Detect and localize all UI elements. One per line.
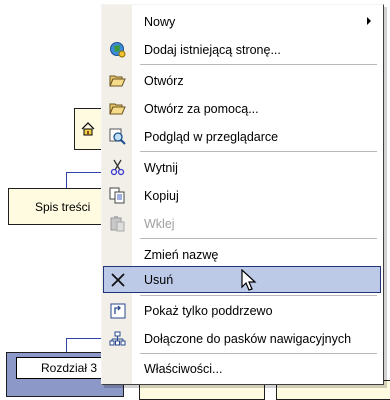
menu-item-label: Dołączone do pasków nawigacyjnych	[144, 331, 352, 346]
menu-item-label: Pokaż tylko poddrzewo	[144, 303, 273, 318]
menu-item-label: Otwórz za pomocą...	[144, 101, 259, 116]
menu-item-otworz[interactable]: Otwórz	[103, 67, 381, 94]
menu-item-label: Otwórz	[144, 73, 184, 88]
menu-separator	[140, 64, 377, 65]
home-icon	[80, 121, 96, 137]
menu-item-label: Właściwości...	[144, 361, 223, 376]
menu-separator	[140, 353, 377, 354]
menu-separator	[140, 151, 377, 152]
menu-item-label: Wklej	[144, 216, 175, 231]
node-label: Rozdział 3	[41, 361, 98, 375]
connector-line	[66, 172, 102, 173]
subtree-icon	[103, 297, 132, 324]
menu-item-label: Podgląd w przeglądarce	[144, 129, 279, 144]
delete-x-icon	[103, 266, 132, 293]
menu-item-wlasciwosci[interactable]: Właściwości...	[103, 355, 381, 382]
menu-item-podglad-w-przegladarce[interactable]: Podgląd w przeglądarce	[103, 123, 381, 150]
mouse-pointer-icon	[241, 269, 257, 293]
paste-icon	[103, 210, 132, 237]
menu-item-label: Wytnij	[144, 160, 178, 175]
connector-line	[66, 338, 102, 339]
globe-icon	[103, 36, 132, 63]
menu-item-dodaj-istniejaca-strone[interactable]: Dodaj istniejącą stronę...	[103, 36, 381, 63]
folder-open-icon	[103, 95, 132, 122]
menu-item-dolaczone-do-paskow[interactable]: Dołączone do pasków nawigacyjnych	[103, 325, 381, 352]
submenu-arrow-icon	[367, 17, 371, 25]
context-menu: Nowy Dodaj istniejącą stronę... Otwórz O…	[101, 4, 384, 385]
connector-line	[66, 338, 67, 352]
menu-item-label: Dodaj istniejącą stronę...	[144, 42, 281, 57]
navigation-bar-icon	[103, 325, 132, 352]
menu-item-otworz-za-pomoca[interactable]: Otwórz za pomocą...	[103, 95, 381, 122]
menu-separator	[140, 295, 377, 296]
folder-open-icon	[103, 67, 132, 94]
menu-item-wytnij[interactable]: Wytnij	[103, 154, 381, 181]
menu-item-nowy[interactable]: Nowy	[103, 8, 381, 35]
node-label: Spis treści	[35, 199, 91, 214]
scissors-icon	[103, 154, 132, 181]
menu-item-label: Usuń	[144, 272, 174, 287]
menu-item-label: Kopiuj	[144, 188, 179, 203]
menu-item-pokaz-tylko-poddrzewo[interactable]: Pokaż tylko poddrzewo	[103, 297, 381, 324]
menu-item-zmien-nazwe[interactable]: Zmień nazwę	[103, 241, 381, 268]
copy-icon	[103, 182, 132, 209]
menu-item-wklej[interactable]: Wklej	[103, 210, 381, 237]
menu-item-label: Zmień nazwę	[144, 247, 219, 262]
connector-line	[66, 172, 67, 188]
menu-item-label: Nowy	[144, 14, 176, 29]
menu-item-kopiuj[interactable]: Kopiuj	[103, 182, 381, 209]
menu-separator	[140, 238, 377, 239]
preview-magnifier-icon	[103, 123, 132, 150]
